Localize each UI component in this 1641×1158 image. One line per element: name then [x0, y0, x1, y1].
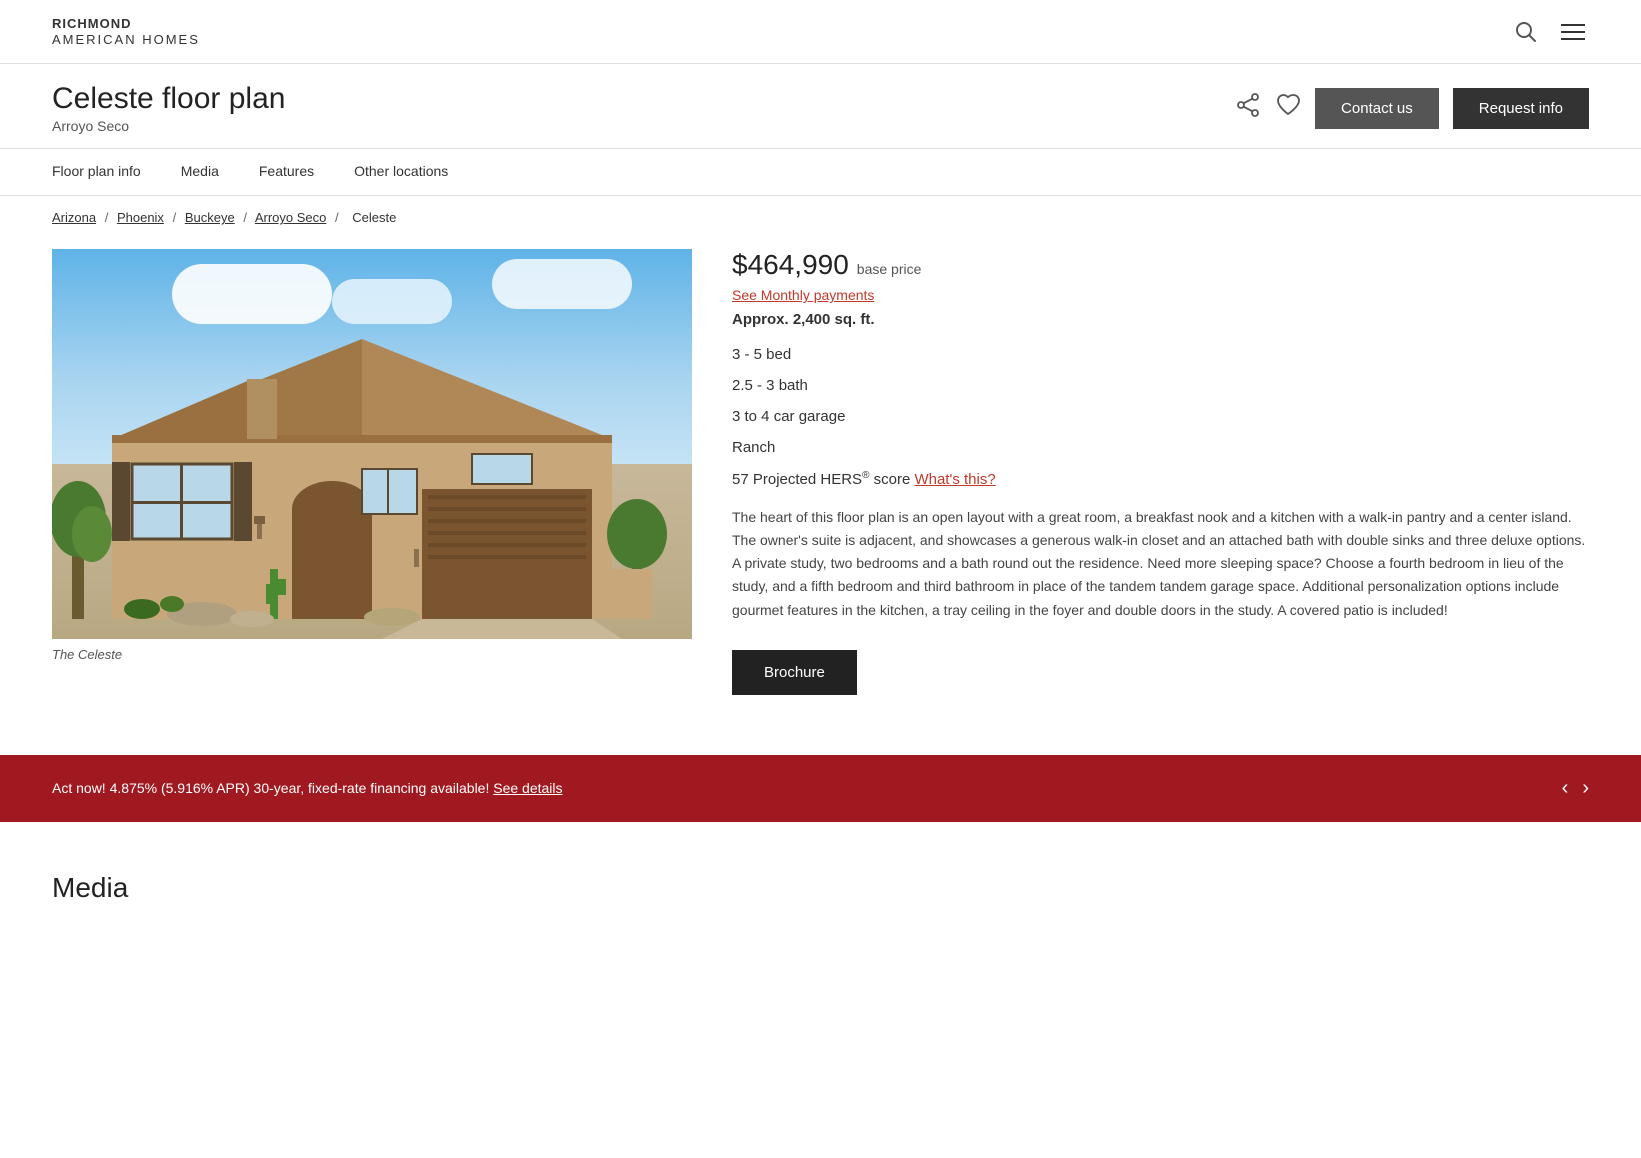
main-content: The Celeste $464,990 base price See Mont…: [0, 239, 1641, 734]
house-image: [52, 249, 692, 639]
request-info-button[interactable]: Request info: [1453, 88, 1589, 129]
page-title: Celeste floor plan: [52, 82, 285, 116]
whats-this-link[interactable]: What's this?: [914, 471, 995, 488]
tab-features[interactable]: Features: [259, 149, 334, 195]
header: RICHMOND AMERICAN HOMES: [0, 0, 1641, 64]
breadcrumb-arroyo-seco[interactable]: Arroyo Seco: [255, 210, 327, 225]
details-section: $464,990 base price See Monthly payments…: [732, 249, 1589, 694]
style-spec: Ranch: [732, 439, 1589, 456]
share-button[interactable]: [1235, 92, 1261, 125]
search-button[interactable]: [1515, 21, 1537, 43]
tab-floor-plan-info[interactable]: Floor plan info: [52, 149, 161, 195]
promo-link[interactable]: See details: [493, 780, 562, 796]
image-section: The Celeste: [52, 249, 692, 694]
sqft: Approx. 2,400 sq. ft.: [732, 311, 1589, 328]
promo-arrows: ‹ ›: [1562, 777, 1589, 800]
description: The heart of this floor plan is an open …: [732, 506, 1589, 621]
contact-us-button[interactable]: Contact us: [1315, 88, 1439, 129]
media-section: Media: [0, 822, 1641, 924]
breadcrumb-buckeye[interactable]: Buckeye: [185, 210, 235, 225]
promo-message: Act now! 4.875% (5.916% APR) 30-year, fi…: [52, 780, 489, 796]
brochure-button[interactable]: Brochure: [732, 650, 857, 695]
menu-button[interactable]: [1557, 20, 1589, 44]
share-icon: [1235, 92, 1261, 118]
media-title: Media: [52, 872, 1589, 904]
hers-score: 57 Projected HERS® score: [732, 471, 914, 488]
favorite-button[interactable]: [1275, 92, 1301, 125]
promo-text: Act now! 4.875% (5.916% APR) 30-year, fi…: [52, 780, 1562, 796]
bath-spec: 2.5 - 3 bath: [732, 377, 1589, 394]
garage-spec: 3 to 4 car garage: [732, 408, 1589, 425]
hamburger-line: [1561, 38, 1585, 40]
next-arrow-button[interactable]: ›: [1582, 777, 1589, 800]
tab-media[interactable]: Media: [181, 149, 239, 195]
title-bar: Celeste floor plan Arroyo Seco Contact u…: [0, 64, 1641, 149]
title-left: Celeste floor plan Arroyo Seco: [52, 82, 285, 134]
logo[interactable]: RICHMOND AMERICAN HOMES: [52, 16, 200, 47]
hers-row: 57 Projected HERS® score What's this?: [732, 470, 1589, 488]
header-actions: [1515, 20, 1589, 44]
breadcrumb: Arizona / Phoenix / Buckeye / Arroyo Sec…: [0, 196, 1641, 239]
tab-other-locations[interactable]: Other locations: [354, 149, 468, 195]
breadcrumb-arizona[interactable]: Arizona: [52, 210, 96, 225]
subtitle: Arroyo Seco: [52, 118, 285, 134]
image-caption: The Celeste: [52, 647, 692, 662]
bed-spec: 3 - 5 bed: [732, 346, 1589, 363]
heart-icon: [1275, 92, 1301, 118]
price-row: $464,990 base price: [732, 249, 1589, 281]
search-icon: [1515, 21, 1537, 43]
price: $464,990: [732, 249, 849, 281]
base-price-label: base price: [857, 261, 922, 277]
house-illustration: [52, 249, 692, 639]
nav-tabs: Floor plan info Media Features Other loc…: [0, 149, 1641, 196]
hamburger-line: [1561, 24, 1585, 26]
breadcrumb-current: Celeste: [352, 210, 396, 225]
monthly-payments-link[interactable]: See Monthly payments: [732, 287, 1589, 303]
hamburger-line: [1561, 31, 1585, 33]
prev-arrow-button[interactable]: ‹: [1562, 777, 1569, 800]
breadcrumb-phoenix[interactable]: Phoenix: [117, 210, 164, 225]
title-right: Contact us Request info: [1235, 88, 1589, 129]
promo-banner: Act now! 4.875% (5.916% APR) 30-year, fi…: [0, 755, 1641, 822]
